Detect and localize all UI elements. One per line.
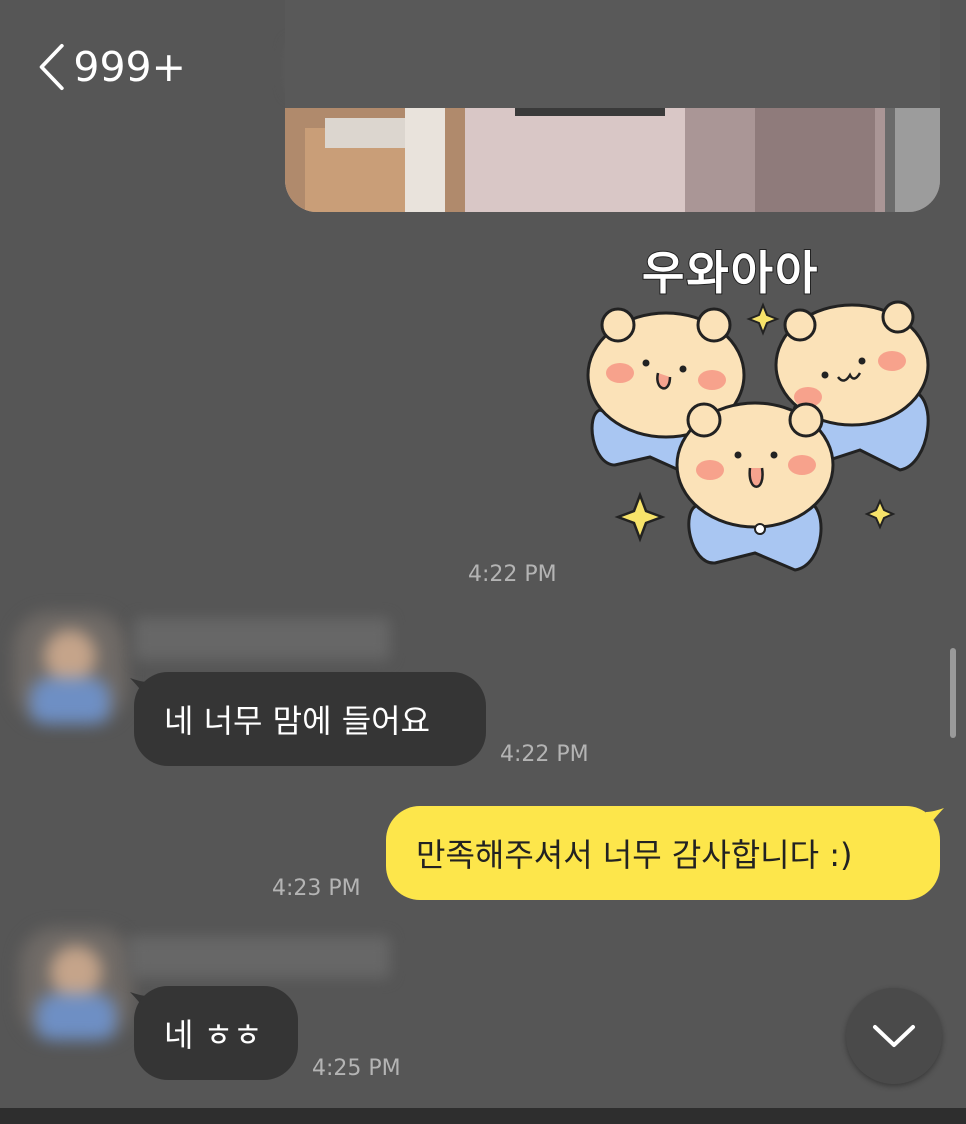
sender-name-blurred	[128, 936, 390, 978]
sticker-caption: 우와아아	[641, 245, 820, 301]
room-photo	[285, 108, 940, 212]
message-text: 만족해주셔서 너무 감사합니다 :)	[416, 836, 853, 874]
message-text: 네 너무 맘에 들어요	[164, 702, 431, 740]
incoming-message-bubble[interactable]: 네 ㅎㅎ	[134, 986, 298, 1080]
scrollbar[interactable]	[950, 648, 956, 738]
photo-message[interactable]	[285, 0, 940, 212]
chevron-down-icon	[873, 1025, 915, 1047]
input-bar-edge	[0, 1108, 966, 1124]
timestamp: 4:22 PM	[500, 742, 589, 767]
back-button[interactable]: 999+	[36, 38, 186, 96]
bubble-tail	[926, 808, 944, 828]
avatar[interactable]	[20, 928, 132, 1040]
message-text: 네 ㅎㅎ	[164, 1016, 263, 1054]
photo-blurred-area	[285, 0, 940, 108]
incoming-message-bubble[interactable]: 네 너무 맘에 들어요	[134, 672, 486, 766]
avatar-image	[20, 928, 132, 1040]
sender-name-blurred	[134, 618, 390, 660]
timestamp: 4:22 PM	[468, 562, 557, 587]
chevron-left-icon	[39, 43, 64, 91]
timestamp: 4:23 PM	[272, 876, 361, 901]
outgoing-message-bubble[interactable]: 만족해주셔서 너무 감사합니다 :)	[386, 806, 940, 900]
avatar-image	[14, 612, 126, 724]
unread-count: 999+	[73, 43, 186, 91]
timestamp: 4:25 PM	[312, 1056, 401, 1081]
bear-sticker[interactable]: 우와아아	[580, 225, 940, 575]
avatar[interactable]	[14, 612, 126, 724]
scroll-to-bottom-button[interactable]	[846, 988, 942, 1084]
